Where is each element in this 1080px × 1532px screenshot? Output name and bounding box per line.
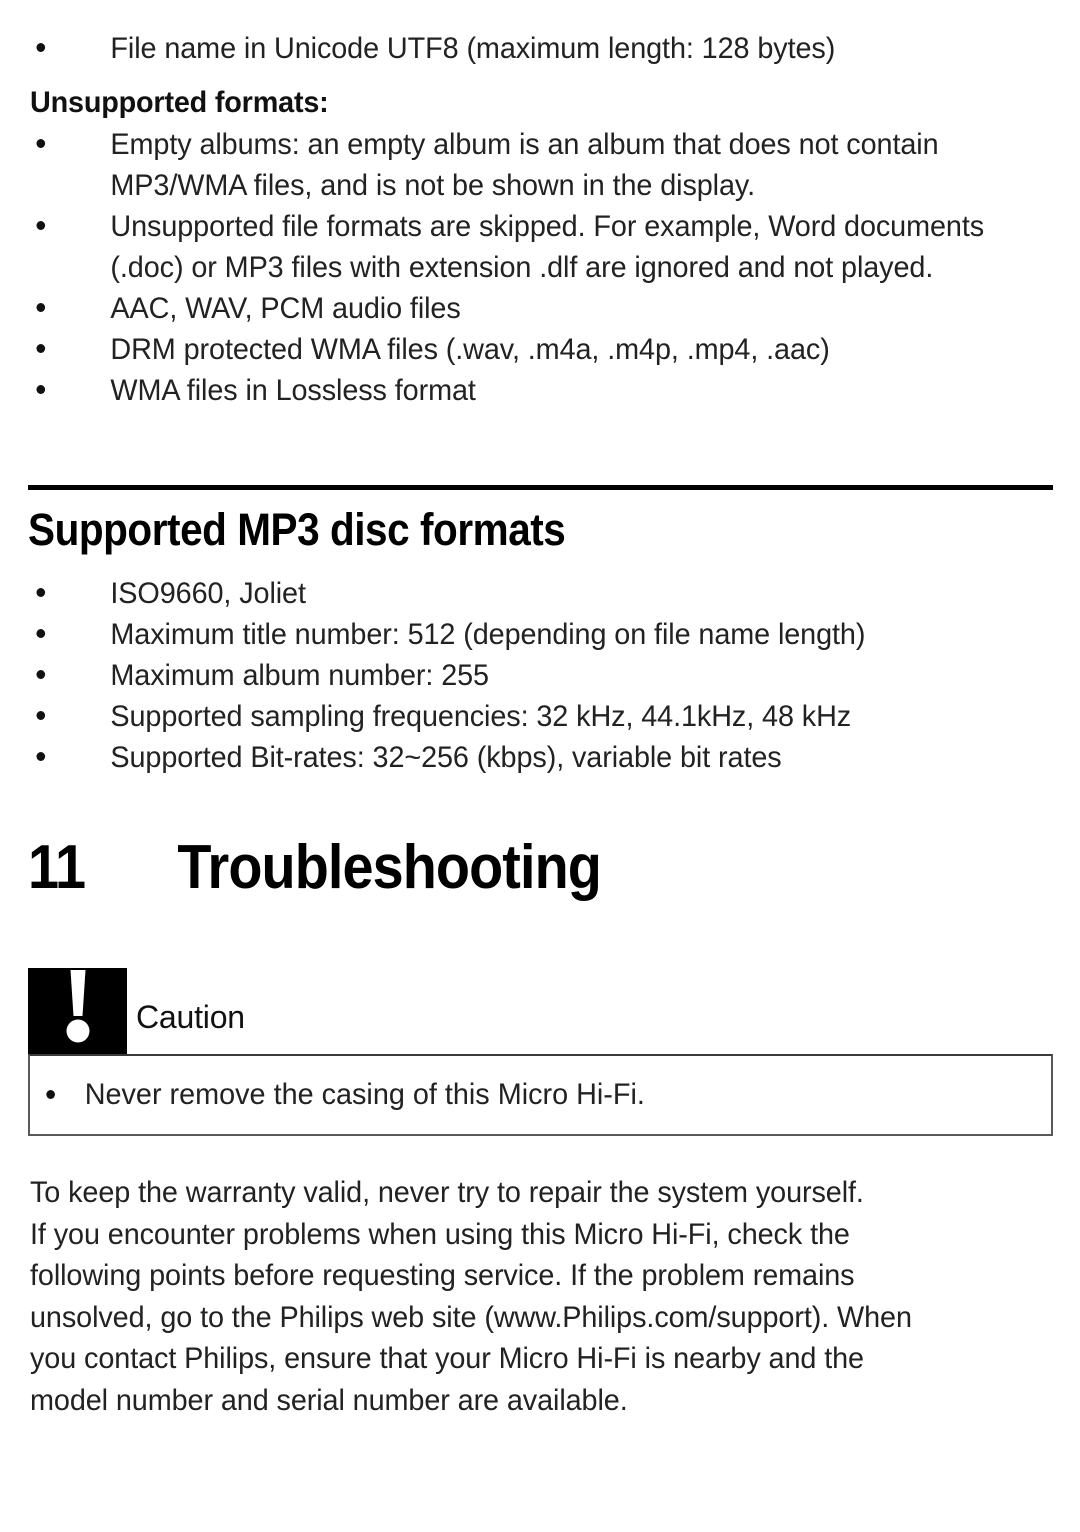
bullet-dot-icon <box>36 43 46 52</box>
caution-note: Caution Never remove the casing of this … <box>28 966 1053 1136</box>
bullet-dot-icon <box>36 588 46 597</box>
paragraph-line: model number and serial number are avail… <box>30 1383 628 1417</box>
list-item: AAC, WAV, PCM audio files <box>0 288 1018 329</box>
list-item-text: Maximum album number: 255 <box>110 659 489 692</box>
supported-formats-list: File name in Unicode UTF8 (maximum lengt… <box>0 28 1060 69</box>
list-item-text: ISO9660, Joliet <box>110 577 306 610</box>
list-item: File name in Unicode UTF8 (maximum lengt… <box>0 28 1018 69</box>
list-item: Maximum album number: 255 <box>0 655 1018 696</box>
chapter-name: Troubleshooting <box>177 833 601 902</box>
list-item-text: Unsupported file formats are skipped. Fo… <box>110 210 985 284</box>
list-item-text: Never remove the casing of this Micro Hi… <box>84 1078 645 1111</box>
list-item-text: WMA files in Lossless format <box>110 374 476 407</box>
list-item: Supported Bit-rates: 32~256 (kbps), vari… <box>0 737 1018 778</box>
bullet-dot-icon <box>36 711 46 720</box>
list-item-text: Maximum title number: 512 (depending on … <box>110 618 866 651</box>
bullet-dot-icon <box>36 629 46 638</box>
paragraph-line: unsolved, go to the Philips web site (ww… <box>30 1300 912 1334</box>
bullet-dot-icon <box>46 1090 55 1099</box>
mp3-formats-list: ISO9660, Joliet Maximum title number: 51… <box>0 573 1060 778</box>
list-item: Supported sampling frequencies: 32 kHz, … <box>0 696 1018 737</box>
list-item: ISO9660, Joliet <box>0 573 1018 614</box>
list-item-text: Empty albums: an empty album is an album… <box>110 128 939 202</box>
chapter-number: 11 <box>28 833 86 902</box>
paragraph-line: following points before requesting servi… <box>30 1259 855 1292</box>
bullet-dot-icon <box>36 670 46 679</box>
list-item-text: Supported Bit-rates: 32~256 (kbps), vari… <box>110 741 782 774</box>
exclamation-mark-icon <box>28 968 127 1054</box>
chapter-title: 11 Troubleshooting <box>28 831 946 905</box>
unsupported-formats-heading: Unsupported formats: <box>30 86 329 119</box>
unsupported-formats-list: Empty albums: an empty album is an album… <box>0 124 1060 411</box>
list-item: Never remove the casing of this Micro Hi… <box>30 1056 1010 1115</box>
list-item-text: Supported sampling frequencies: 32 kHz, … <box>110 700 852 733</box>
list-item-text: File name in Unicode UTF8 (maximum lengt… <box>110 32 836 65</box>
manual-page: File name in Unicode UTF8 (maximum lengt… <box>0 0 1080 1532</box>
paragraph-line: If you encounter problems when using thi… <box>30 1217 850 1251</box>
caution-note-body: Never remove the casing of this Micro Hi… <box>28 1054 1053 1136</box>
section-divider <box>28 485 1053 490</box>
bullet-dot-icon <box>36 303 46 312</box>
caution-note-header: Caution <box>28 966 1053 1054</box>
list-item-text: AAC, WAV, PCM audio files <box>110 292 461 325</box>
paragraph-line: To keep the warranty valid, never try to… <box>30 1176 864 1209</box>
list-item: Maximum title number: 512 (depending on … <box>0 614 1018 655</box>
list-item-text: DRM protected WMA files (.wav, .m4a, .m4… <box>110 333 830 366</box>
bullet-dot-icon <box>36 344 46 353</box>
closing-paragraph: To keep the warranty valid, never try to… <box>30 1172 1009 1421</box>
bullet-dot-icon <box>36 221 46 230</box>
caution-label: Caution <box>136 999 245 1035</box>
section-heading: Supported MP3 disc formats <box>28 504 566 555</box>
bullet-dot-icon <box>36 139 46 148</box>
list-item: Empty albums: an empty album is an album… <box>0 124 1018 206</box>
bullet-dot-icon <box>36 385 46 394</box>
paragraph-line: you contact Philips, ensure that your Mi… <box>30 1342 864 1375</box>
bullet-dot-icon <box>36 752 46 761</box>
list-item: WMA files in Lossless format <box>0 370 1018 411</box>
list-item: DRM protected WMA files (.wav, .m4a, .m4… <box>0 329 1018 370</box>
list-item: Unsupported file formats are skipped. Fo… <box>0 206 1018 288</box>
